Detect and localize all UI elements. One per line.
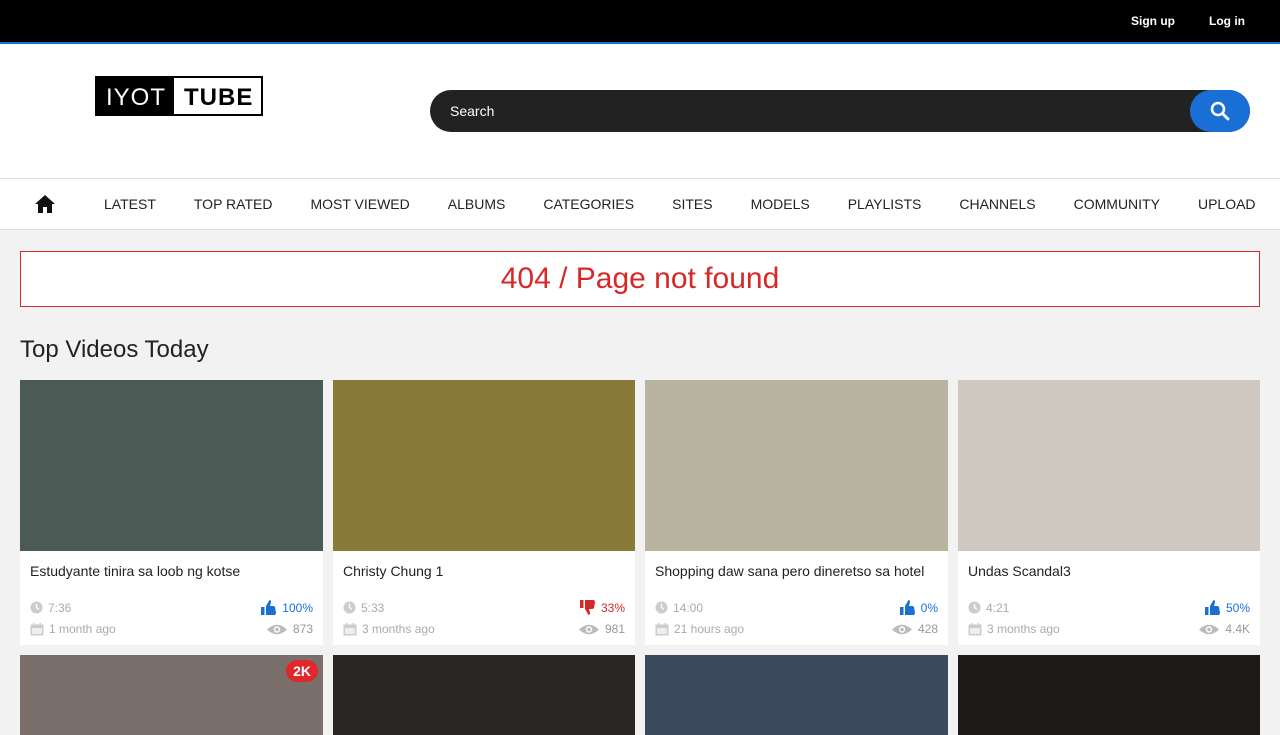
nav-community[interactable]: COMMUNITY bbox=[1074, 196, 1160, 212]
video-duration: 4:21 bbox=[986, 600, 1010, 615]
video-views: 981 bbox=[604, 622, 625, 636]
video-card[interactable]: Undas Scandal3 4:21 50% 3 months ago 4.4K bbox=[958, 380, 1260, 645]
nav-albums[interactable]: ALBUMS bbox=[448, 196, 506, 212]
video-thumbnail[interactable] bbox=[333, 380, 635, 551]
video-grid: Estudyante tinira sa loob ng kotse 7:36 10… bbox=[20, 380, 1260, 735]
quality-badge: 2K bbox=[286, 660, 318, 682]
home-button[interactable] bbox=[34, 193, 56, 215]
nav-categories[interactable]: CATEGORIES bbox=[543, 196, 634, 212]
video-age: 3 months ago bbox=[362, 622, 435, 636]
video-card[interactable] bbox=[645, 655, 948, 735]
video-age: 21 hours ago bbox=[674, 622, 745, 636]
calendar-icon bbox=[655, 622, 669, 635]
video-card[interactable]: Shopping daw sana pero dineretso sa hote… bbox=[645, 380, 948, 645]
main-nav: LATEST TOP RATED MOST VIEWED ALBUMS CATE… bbox=[0, 178, 1280, 230]
nav-upload[interactable]: UPLOAD bbox=[1198, 196, 1256, 212]
calendar-icon bbox=[343, 622, 357, 635]
video-views: 873 bbox=[292, 622, 313, 636]
video-thumbnail[interactable] bbox=[958, 380, 1260, 551]
clock-icon bbox=[343, 601, 356, 614]
video-card[interactable]: 2K bbox=[20, 655, 323, 735]
video-thumbnail[interactable] bbox=[958, 655, 1260, 735]
header: IYOT TUBE bbox=[0, 44, 1280, 178]
logo-part-1: IYOT bbox=[97, 78, 175, 114]
clock-icon bbox=[968, 601, 981, 614]
home-icon bbox=[35, 195, 55, 213]
error-message: 404 / Page not found bbox=[20, 251, 1260, 307]
video-duration: 7:36 bbox=[48, 600, 72, 615]
section-title: Top Videos Today bbox=[20, 336, 209, 363]
video-views: 428 bbox=[917, 622, 938, 636]
top-bar: Sign up Log in bbox=[0, 0, 1280, 44]
video-card[interactable] bbox=[333, 655, 635, 735]
nav-top-rated[interactable]: TOP RATED bbox=[194, 196, 273, 212]
thumb-up-icon bbox=[261, 600, 277, 615]
calendar-icon bbox=[968, 622, 982, 635]
search-icon bbox=[1210, 101, 1230, 121]
video-thumbnail[interactable] bbox=[333, 655, 635, 735]
video-rating: 50% bbox=[1225, 600, 1250, 615]
video-title[interactable]: Undas Scandal3 bbox=[968, 563, 1248, 579]
video-card[interactable]: Estudyante tinira sa loob ng kotse 7:36 10… bbox=[20, 380, 323, 645]
video-title[interactable]: Shopping daw sana pero dineretso sa hote… bbox=[655, 563, 935, 579]
eye-icon bbox=[891, 624, 912, 634]
video-rating: 33% bbox=[600, 600, 625, 615]
nav-latest[interactable]: LATEST bbox=[104, 196, 156, 212]
nav-models[interactable]: MODELS bbox=[751, 196, 810, 212]
calendar-icon bbox=[30, 622, 44, 635]
site-logo[interactable]: IYOT TUBE bbox=[95, 76, 264, 116]
search-button[interactable] bbox=[1190, 90, 1250, 132]
video-title[interactable]: Estudyante tinira sa loob ng kotse bbox=[30, 563, 310, 579]
eye-icon bbox=[266, 624, 287, 634]
video-views: 4.4K bbox=[1225, 622, 1250, 636]
video-rating: 0% bbox=[920, 600, 938, 615]
eye-icon bbox=[1199, 624, 1220, 634]
clock-icon bbox=[30, 601, 43, 614]
search-input[interactable] bbox=[450, 90, 1170, 132]
thumb-up-icon bbox=[899, 600, 915, 615]
video-thumbnail[interactable] bbox=[645, 655, 948, 735]
eye-icon bbox=[578, 624, 599, 634]
video-duration: 5:33 bbox=[361, 600, 385, 615]
video-thumbnail[interactable] bbox=[20, 380, 323, 551]
video-age: 1 month ago bbox=[49, 622, 116, 636]
search-bar bbox=[430, 90, 1250, 132]
video-thumbnail[interactable] bbox=[645, 380, 948, 551]
video-duration: 14:00 bbox=[673, 600, 704, 615]
thumb-down-icon bbox=[579, 600, 595, 615]
thumb-up-icon bbox=[1204, 600, 1220, 615]
login-link[interactable]: Log in bbox=[1209, 14, 1245, 28]
video-card[interactable] bbox=[958, 655, 1260, 735]
nav-playlists[interactable]: PLAYLISTS bbox=[848, 196, 922, 212]
video-title[interactable]: Christy Chung 1 bbox=[343, 563, 623, 579]
nav-sites[interactable]: SITES bbox=[672, 196, 712, 212]
clock-icon bbox=[655, 601, 668, 614]
video-age: 3 months ago bbox=[987, 622, 1060, 636]
nav-channels[interactable]: CHANNELS bbox=[959, 196, 1035, 212]
logo-part-2: TUBE bbox=[174, 78, 262, 114]
nav-most-viewed[interactable]: MOST VIEWED bbox=[310, 196, 409, 212]
signup-link[interactable]: Sign up bbox=[1131, 14, 1175, 28]
video-thumbnail[interactable] bbox=[20, 655, 323, 735]
video-card[interactable]: Christy Chung 1 5:33 33% 3 months ago 981 bbox=[333, 380, 635, 645]
video-rating: 100% bbox=[282, 600, 313, 615]
